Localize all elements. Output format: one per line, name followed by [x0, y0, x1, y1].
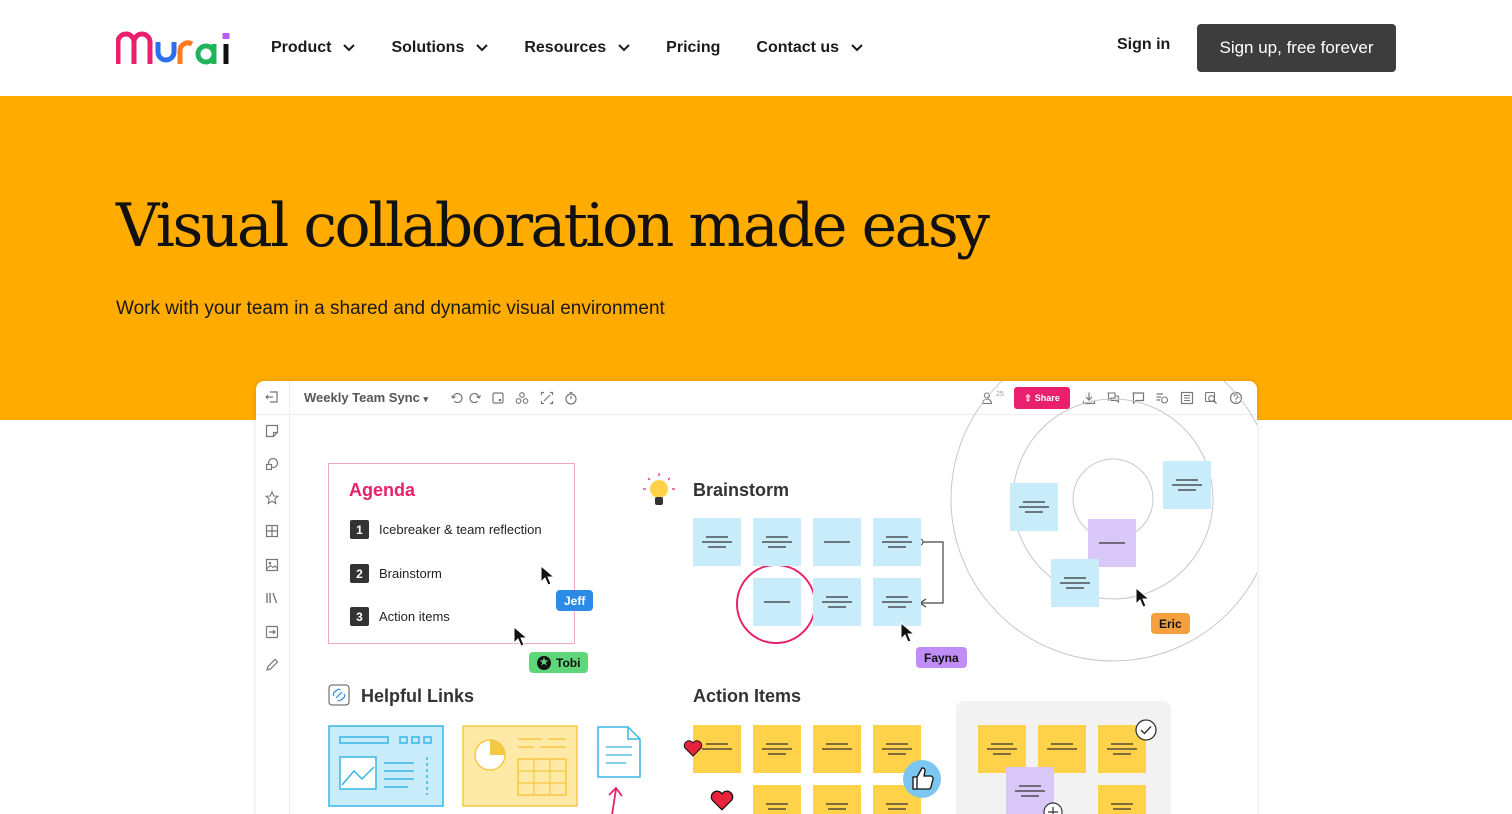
hero-subtitle: Work with your team in a shared and dyna… — [116, 298, 665, 319]
nav-contact[interactable]: Contact us — [756, 34, 863, 62]
nav-resources[interactable]: Resources — [524, 34, 630, 62]
nav-contact-label: Contact us — [756, 39, 840, 56]
check-circle-icon — [1135, 719, 1157, 741]
chevron-down-icon — [618, 44, 630, 52]
add-circle-icon — [1043, 802, 1063, 814]
hero-section: Visual collaboration made easy Work with… — [0, 96, 1512, 420]
main-nav: Product Solutions Resources Pricing Cont… — [271, 34, 899, 62]
chevron-down-icon — [476, 44, 489, 52]
nav-solutions-label: Solutions — [391, 39, 465, 56]
sign-up-button[interactable]: Sign up, free forever — [1197, 24, 1396, 72]
nav-pricing[interactable]: Pricing — [666, 34, 720, 62]
heart-icon — [683, 740, 703, 757]
action-sticky-lines — [702, 743, 1137, 810]
nav-resources-label: Resources — [524, 39, 607, 56]
nav-pricing-label: Pricing — [666, 39, 721, 56]
sign-in-link[interactable]: Sign in — [1117, 36, 1170, 54]
mural-logo[interactable] — [116, 30, 234, 66]
site-header: Product Solutions Resources Pricing Cont… — [0, 0, 1512, 96]
hero-title: Visual collaboration made easy — [116, 191, 990, 261]
chevron-down-icon — [343, 44, 356, 52]
nav-solutions[interactable]: Solutions — [391, 34, 489, 62]
board-preview: Weekly Team Sync ▾ 25 ⇧ Share Agenda 1 I… — [256, 381, 1257, 814]
nav-product-label: Product — [271, 39, 332, 56]
chevron-down-icon — [851, 44, 863, 52]
heart-icon — [710, 790, 734, 811]
thumbs-up-icon — [903, 760, 941, 798]
nav-product[interactable]: Product — [271, 34, 356, 62]
